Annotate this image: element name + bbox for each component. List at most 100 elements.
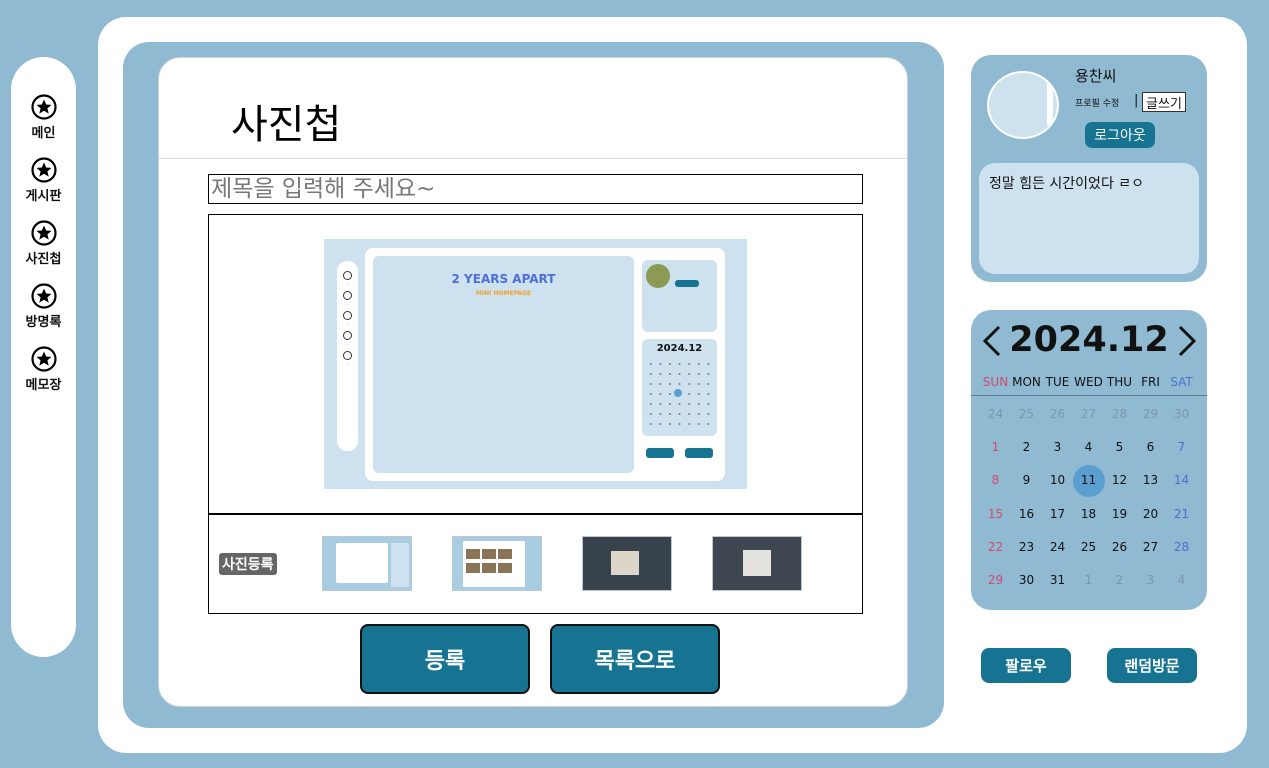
calendar-day[interactable]: 27 [1135, 540, 1166, 554]
calendar-day[interactable]: 1 [1073, 573, 1104, 587]
calendar-day[interactable]: 8 [980, 473, 1011, 487]
calendar-day[interactable]: 29 [1135, 407, 1166, 421]
calendar-day[interactable]: 25 [1011, 407, 1042, 421]
weekday: WED [1074, 375, 1103, 389]
calendar-week: 8 9 10 11 12 13 14 [980, 464, 1197, 498]
thumbnail[interactable] [452, 536, 542, 591]
calendar-day[interactable]: 7 [1166, 440, 1197, 454]
calendar-day[interactable]: 10 [1042, 473, 1073, 487]
thumbnail[interactable] [712, 536, 802, 591]
calendar-day[interactable]: 12 [1104, 473, 1135, 487]
separator: | [1134, 93, 1139, 108]
calendar-day[interactable]: 18 [1073, 507, 1104, 521]
calendar-day[interactable]: 1 [980, 440, 1011, 454]
calendar-day[interactable]: 13 [1135, 473, 1166, 487]
calendar-day[interactable]: 27 [1073, 407, 1104, 421]
calendar-day[interactable]: 31 [1042, 573, 1073, 587]
thumbnail[interactable] [322, 536, 412, 591]
calendar-day[interactable]: 3 [1135, 573, 1166, 587]
calendar-day[interactable]: 2 [1104, 573, 1135, 587]
weekday: TUE [1045, 375, 1070, 389]
preview-button [685, 448, 713, 458]
calendar-day[interactable]: 24 [1042, 540, 1073, 554]
calendar-week: 22 23 24 25 26 27 28 [980, 530, 1197, 563]
preview-nav: · · · · · [337, 261, 358, 451]
preview-calendar: 2024.12 [642, 339, 717, 436]
calendar-day[interactable]: 9 [1011, 473, 1042, 487]
logout-button[interactable]: 로그아웃 [1085, 122, 1155, 148]
preview-button [646, 448, 674, 458]
calendar-day[interactable]: 25 [1073, 540, 1104, 554]
photo-preview-box: · · · · · 2 YEARS APART MINI HOMEPAGE 20… [208, 214, 863, 514]
preview-calendar-title: 2024.12 [656, 343, 703, 354]
calendar-day[interactable]: 20 [1135, 507, 1166, 521]
avatar [987, 71, 1059, 139]
calendar-day[interactable]: 15 [980, 507, 1011, 521]
preview-headline: 2 YEARS APART [451, 272, 556, 286]
calendar-day[interactable]: 5 [1104, 440, 1135, 454]
page-title: 사진첩 [231, 102, 342, 148]
calendar-day[interactable]: 22 [980, 540, 1011, 554]
calendar-day[interactable]: 28 [1104, 407, 1135, 421]
nav-item-guestbook[interactable]: 방명록 [11, 283, 76, 330]
calendar-title: 2024.12 [1009, 320, 1169, 360]
divider [159, 158, 907, 159]
star-icon [30, 220, 57, 246]
preview-profile [642, 260, 717, 332]
profile-name: 용찬씨 [1075, 67, 1117, 85]
nav-item-board[interactable]: 게시판 [11, 157, 76, 204]
back-to-list-button[interactable]: 목록으로 [550, 624, 720, 694]
upload-photo-button[interactable]: 사진등록 [219, 553, 277, 575]
nav-item-photo[interactable]: 사진첩 [11, 220, 76, 267]
calendar-divider [971, 395, 1207, 396]
calendar-day[interactable]: 28 [1166, 540, 1197, 554]
thumbnail[interactable] [582, 536, 672, 591]
nav-label: 게시판 [25, 189, 62, 204]
calendar-day[interactable]: 19 [1104, 507, 1135, 521]
nav-label: 메모장 [25, 378, 62, 393]
calendar-day[interactable]: 23 [1011, 540, 1042, 554]
calendar-week: 29 30 31 1 2 3 4 [980, 563, 1197, 596]
random-visit-button[interactable]: 랜덤방문 [1107, 648, 1197, 683]
calendar-day[interactable]: 26 [1042, 407, 1073, 421]
calendar-day[interactable]: 2 [1011, 440, 1042, 454]
submit-button[interactable]: 등록 [360, 624, 530, 694]
left-nav: 메인 게시판 사진첩 방명록 메모장 [11, 57, 76, 657]
calendar-day[interactable]: 6 [1135, 440, 1166, 454]
chevron-right-icon[interactable] [1176, 324, 1198, 358]
calendar-day[interactable]: 17 [1042, 507, 1073, 521]
thumbnail-bar: 사진등록 [208, 514, 863, 614]
calendar-day[interactable]: 3 [1042, 440, 1073, 454]
nav-item-memo[interactable]: 메모장 [11, 346, 76, 393]
calendar-day[interactable]: 14 [1166, 473, 1197, 487]
preview-main: 2 YEARS APART MINI HOMEPAGE [373, 256, 634, 473]
star-icon [30, 157, 57, 183]
calendar-day[interactable]: 24 [980, 407, 1011, 421]
preview-today-dot [674, 389, 682, 397]
edit-profile-link[interactable]: 프로필 수정 [1075, 96, 1119, 109]
weekday: SUN [982, 375, 1009, 389]
calendar-day[interactable]: 21 [1166, 507, 1197, 521]
follow-button[interactable]: 팔로우 [981, 648, 1071, 683]
title-input[interactable] [208, 174, 863, 204]
calendar-week: 24 25 26 27 28 29 30 [980, 397, 1197, 430]
calendar-week: 1234567 [980, 430, 1197, 463]
weekday: SAT [1170, 375, 1193, 389]
preview-image: · · · · · 2 YEARS APART MINI HOMEPAGE 20… [324, 239, 747, 489]
calendar-day[interactable]: 29 [980, 573, 1011, 587]
weekday: THU [1106, 375, 1133, 389]
calendar-day[interactable]: 30 [1011, 573, 1042, 587]
calendar-day[interactable]: 16 [1011, 507, 1042, 521]
calendar: 2024.12 SUN MON TUE WED THU FRI SAT 24 25… [971, 310, 1207, 610]
calendar-day[interactable]: 11 [1073, 465, 1105, 498]
calendar-day[interactable]: 4 [1166, 573, 1197, 587]
write-button[interactable]: 글쓰기 [1142, 92, 1186, 112]
calendar-weekdays: SUN MON TUE WED THU FRI SAT [971, 375, 1207, 389]
star-icon [30, 283, 57, 309]
calendar-day[interactable]: 4 [1073, 440, 1104, 454]
status-message: 정말 힘든 시간이었다 ㄹㅇ [979, 163, 1199, 274]
nav-item-main[interactable]: 메인 [11, 94, 76, 141]
calendar-grid: 24 25 26 27 28 29 30 1 2 3 4 5 6 7 8 9 10 11 12 13 14 15 16 17 1… [980, 397, 1197, 597]
calendar-day[interactable]: 30 [1166, 407, 1197, 421]
calendar-day[interactable]: 26 [1104, 540, 1135, 554]
